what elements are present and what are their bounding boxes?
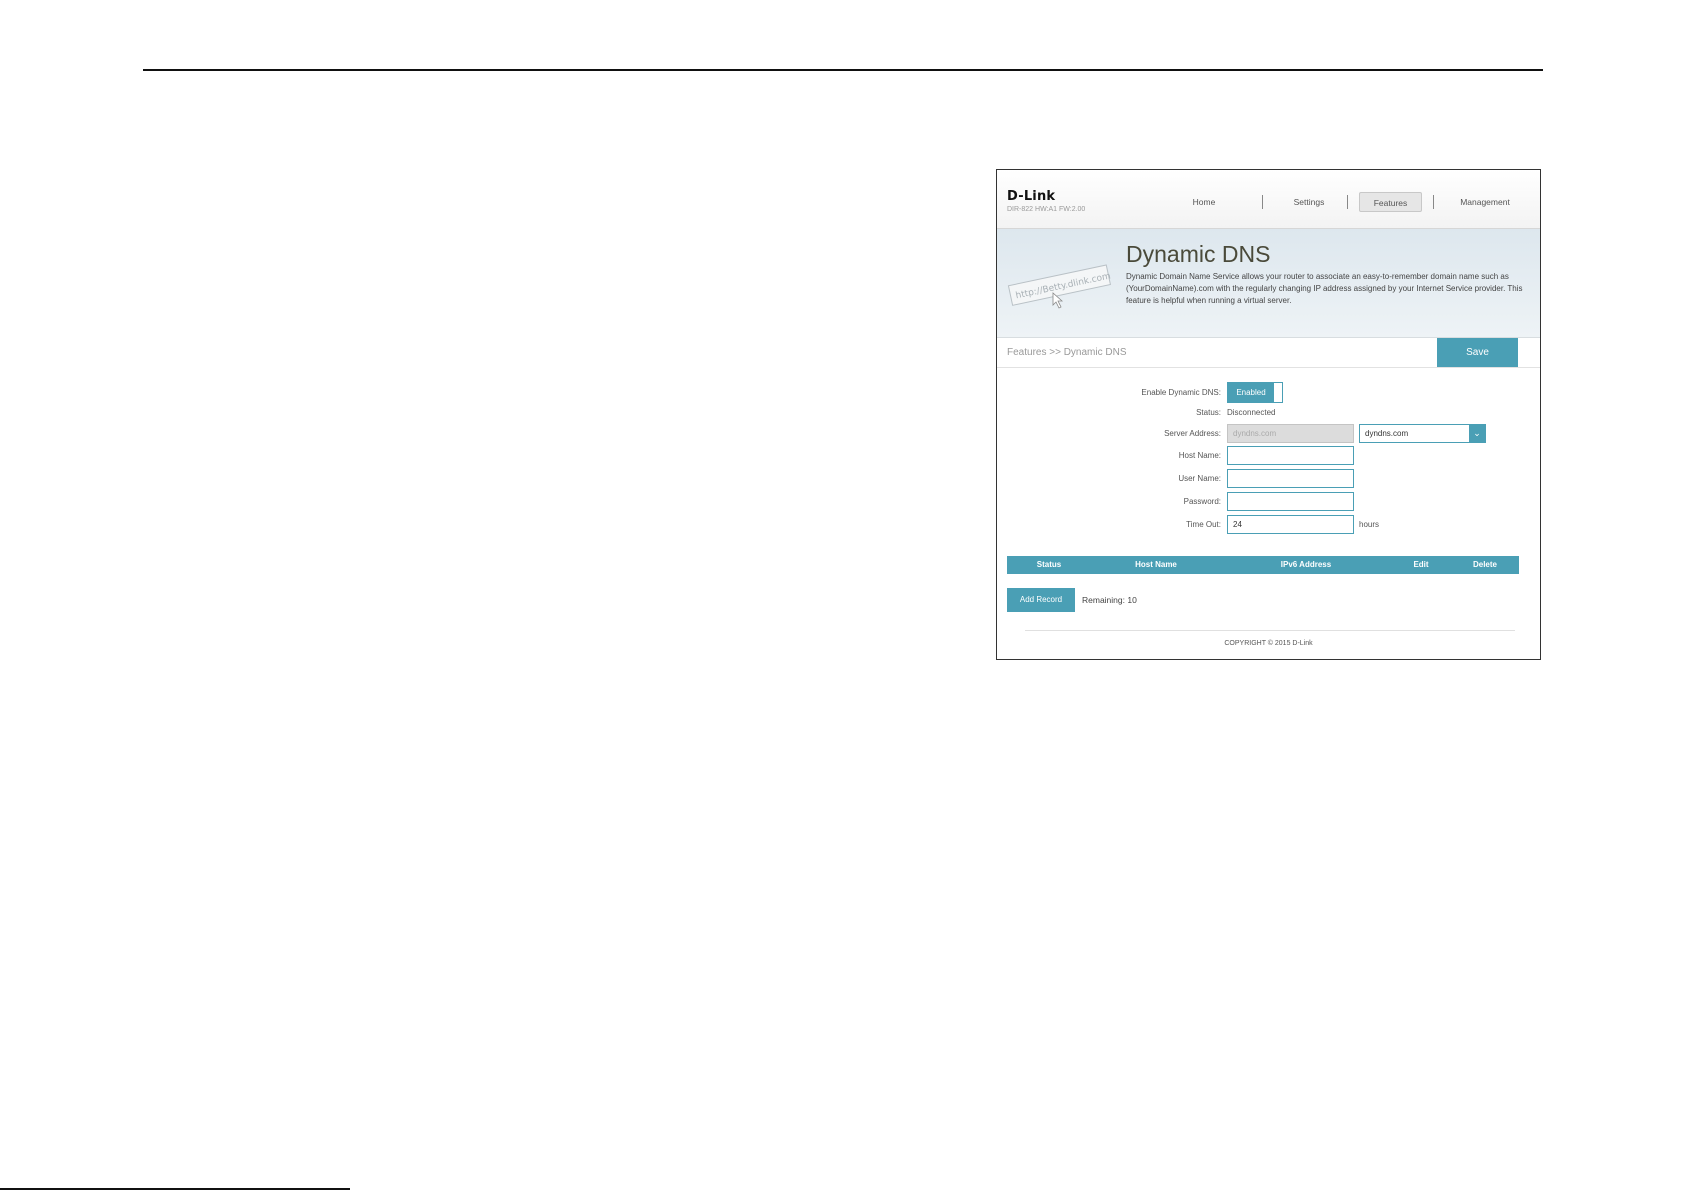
model-info: DIR-822 HW:A1 FW:2.00	[1007, 206, 1086, 213]
chevron-down-icon[interactable]: ⌄	[1469, 425, 1485, 442]
nav-management[interactable]: Management	[1445, 192, 1525, 212]
server-address-select[interactable]: dyndns.com ⌄	[1359, 424, 1486, 443]
server-address-field: dyndns.com	[1227, 424, 1354, 443]
column-host-name: Host Name	[1135, 560, 1177, 569]
host-name-label: Host Name:	[1178, 451, 1221, 460]
column-status: Status	[1036, 560, 1062, 569]
column-ipv6-address: IPv6 Address	[1280, 560, 1332, 569]
timeout-unit: hours	[1359, 520, 1380, 529]
dlink-logo: D-Link	[1007, 189, 1056, 204]
page-footer-rule	[0, 1188, 350, 1190]
server-address-label: Server Address:	[1164, 429, 1221, 438]
add-record-button[interactable]: Add Record	[1007, 588, 1075, 612]
router-screenshot: D-Link DIR-822 HW:A1 FW:2.00 Home Settin…	[996, 169, 1541, 660]
column-delete: Delete	[1472, 560, 1497, 569]
nav-settings[interactable]: Settings	[1279, 192, 1339, 212]
user-name-label: User Name:	[1178, 474, 1221, 483]
user-name-input[interactable]	[1227, 469, 1354, 488]
enable-ddns-toggle[interactable]: Enabled	[1227, 382, 1283, 403]
status-label: Status:	[1196, 408, 1221, 417]
copyright: COPYRIGHT © 2015 D-Link	[1224, 640, 1313, 647]
toggle-state: Enabled	[1228, 383, 1274, 402]
remaining-count: Remaining: 10	[1082, 595, 1137, 605]
nav-separator	[1262, 195, 1263, 209]
enable-ddns-label: Enable Dynamic DNS:	[1141, 388, 1221, 397]
footer-divider	[1025, 630, 1515, 631]
timeout-label: Time Out:	[1186, 520, 1221, 529]
nav-separator	[1347, 195, 1348, 209]
breadcrumb: Features >> Dynamic DNS	[1007, 347, 1127, 358]
top-bar: D-Link DIR-822 HW:A1 FW:2.00 Home Settin…	[997, 170, 1540, 229]
nav-separator	[1433, 195, 1434, 209]
column-edit: Edit	[1413, 560, 1429, 569]
password-label: Password:	[1183, 497, 1221, 506]
page-header-rule	[143, 69, 1543, 71]
page-description: Dynamic Domain Name Service allows your …	[1126, 272, 1523, 305]
host-name-input[interactable]	[1227, 446, 1354, 465]
save-button[interactable]: Save	[1437, 338, 1518, 367]
page-title: Dynamic DNS	[1126, 241, 1271, 267]
timeout-input[interactable]: 24	[1227, 515, 1354, 534]
nav-home[interactable]: Home	[1175, 192, 1233, 212]
password-input[interactable]	[1227, 492, 1354, 511]
nav-features[interactable]: Features	[1359, 192, 1422, 212]
server-select-value: dyndns.com	[1365, 429, 1409, 438]
records-table-header: Status Host Name IPv6 Address Edit Delet…	[1007, 556, 1519, 574]
url-illustration-icon: http://Betty.dlink.com	[1007, 264, 1112, 309]
status-value: Disconnected	[1227, 408, 1276, 417]
page-banner: http://Betty.dlink.com Dynamic DNS Dynam…	[997, 229, 1540, 338]
